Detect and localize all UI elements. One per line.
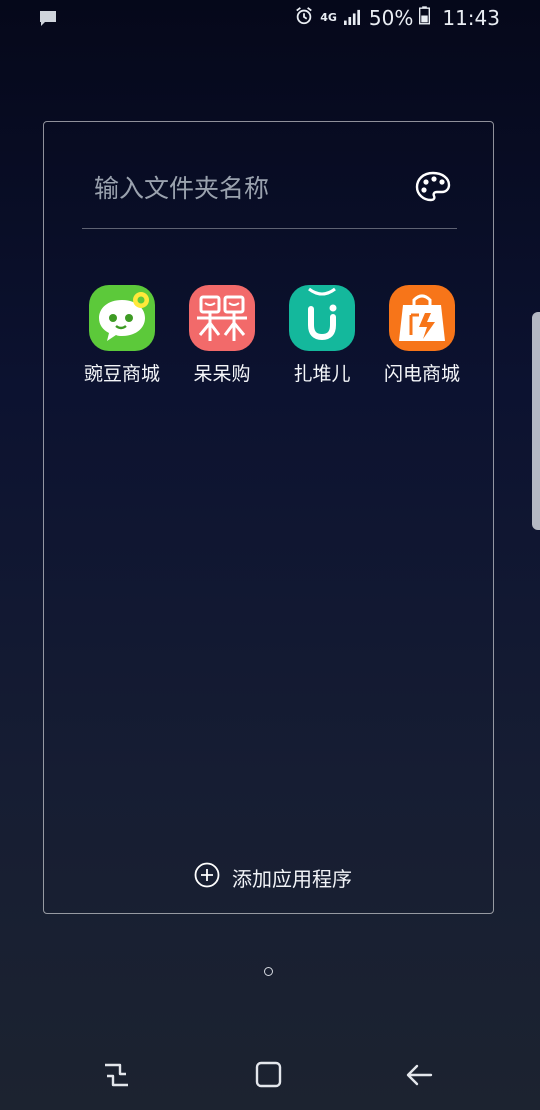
app-label: 呆呆购 <box>193 363 251 385</box>
app-label: 扎堆儿 <box>293 363 351 385</box>
add-circle-icon <box>194 862 220 892</box>
message-notification-icon <box>38 8 58 28</box>
status-icons: 4G 50% 11:43 <box>294 5 500 31</box>
add-apps-button[interactable]: 添加应用程序 <box>194 862 352 892</box>
daidai-gou-icon <box>189 285 255 351</box>
zhadui-icon <box>289 285 355 351</box>
folder-panel: 豌豆商城 呆呆购 <box>43 121 494 914</box>
app-label: 豌豆商城 <box>83 363 160 385</box>
signal-icon <box>343 6 361 30</box>
battery-icon <box>419 6 431 30</box>
app-label: 闪电商城 <box>383 363 460 385</box>
network-type: 4G <box>320 11 337 24</box>
alarm-icon <box>294 6 314 31</box>
recents-icon <box>105 1063 128 1087</box>
app-daidai-gou[interactable]: 呆呆购 <box>172 285 272 386</box>
back-arrow-icon <box>406 1064 433 1086</box>
home-button[interactable] <box>252 1058 286 1092</box>
add-apps-label: 添加应用程序 <box>232 866 352 891</box>
status-bar: 4G 50% 11:43 <box>0 0 540 36</box>
app-wandou-mall[interactable]: 豌豆商城 <box>72 285 172 386</box>
navigation-bar <box>0 1040 540 1110</box>
battery-percent: 50% <box>368 6 414 30</box>
folder-name-input[interactable] <box>94 166 394 210</box>
app-shandian-mall[interactable]: 闪电商城 <box>372 285 472 386</box>
back-button[interactable] <box>402 1058 436 1092</box>
home-page-indicator <box>264 967 273 976</box>
recents-button[interactable] <box>100 1058 134 1092</box>
shandian-mall-icon <box>389 285 455 351</box>
edge-panel-handle[interactable] <box>532 312 540 530</box>
name-divider <box>82 228 457 229</box>
wandou-mall-icon <box>89 285 155 351</box>
app-zhadui[interactable]: 扎堆儿 <box>272 285 372 386</box>
palette-icon[interactable] <box>414 170 452 204</box>
home-icon <box>255 1061 282 1088</box>
clock: 11:43 <box>442 6 500 30</box>
folder-app-grid: 豌豆商城 呆呆购 扎堆儿 闪电商城 <box>72 285 472 386</box>
